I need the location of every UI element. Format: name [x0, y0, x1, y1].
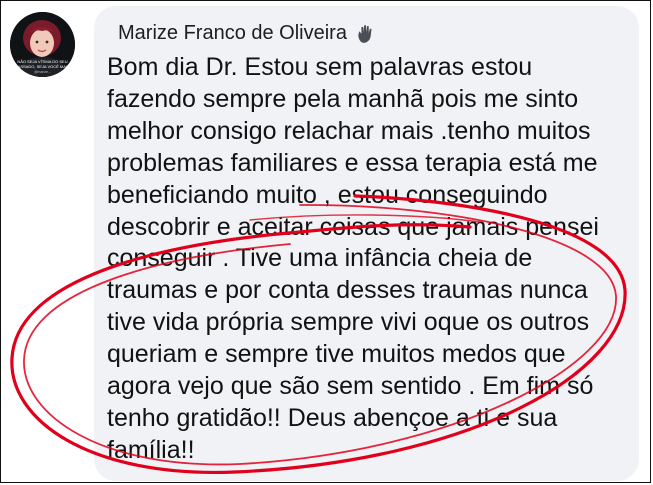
message-line: tive vida própria sempre vivi oque os ou…: [107, 308, 590, 337]
avatar[interactable]: NÃO SEJA VÍTIMA DO SEU PASSADO, SEJA VOC…: [10, 12, 75, 77]
author-name[interactable]: Marize Franco de Oliveira: [118, 22, 347, 45]
message-line: agora vejo que são sem sentido . Em fim …: [107, 372, 594, 401]
waving-hand-icon: [358, 24, 372, 43]
message-line: descobrir e aceitar coisas que jamais pe…: [107, 212, 599, 241]
avatar-caption-line-2: PASSADO, SEJA VOCÊ MAIS: [15, 64, 70, 69]
message-line: Bom dia Dr. Estou sem palavras estou: [107, 53, 533, 81]
message-line: fazendo sempre pela manhã pois me sinto: [107, 84, 579, 113]
message-line: problemas familiares e essa terapia está…: [107, 148, 598, 177]
message-line: tenho gratidão!! Deus abençoe a ti e sua: [107, 403, 558, 432]
message-line: conseguir . Tive uma infância cheia de: [107, 244, 533, 273]
comment-author[interactable]: Marize Franco de Oliveira: [118, 22, 377, 45]
message-line: beneficiando muito , estou conseguindo: [107, 180, 548, 209]
message-line: traumas e por conta desses traumas nunca: [107, 276, 588, 305]
message-line: melhor consigo relachar mais .tenho muit…: [107, 116, 591, 145]
avatar-caption-line-3: @marize...: [34, 70, 51, 74]
message-line: queriam e sempre tive muitos medos que: [107, 340, 566, 369]
comment-message: Bom dia Dr. Estou sem palavras estou faz…: [107, 52, 635, 467]
message-line: família!!: [107, 435, 195, 464]
